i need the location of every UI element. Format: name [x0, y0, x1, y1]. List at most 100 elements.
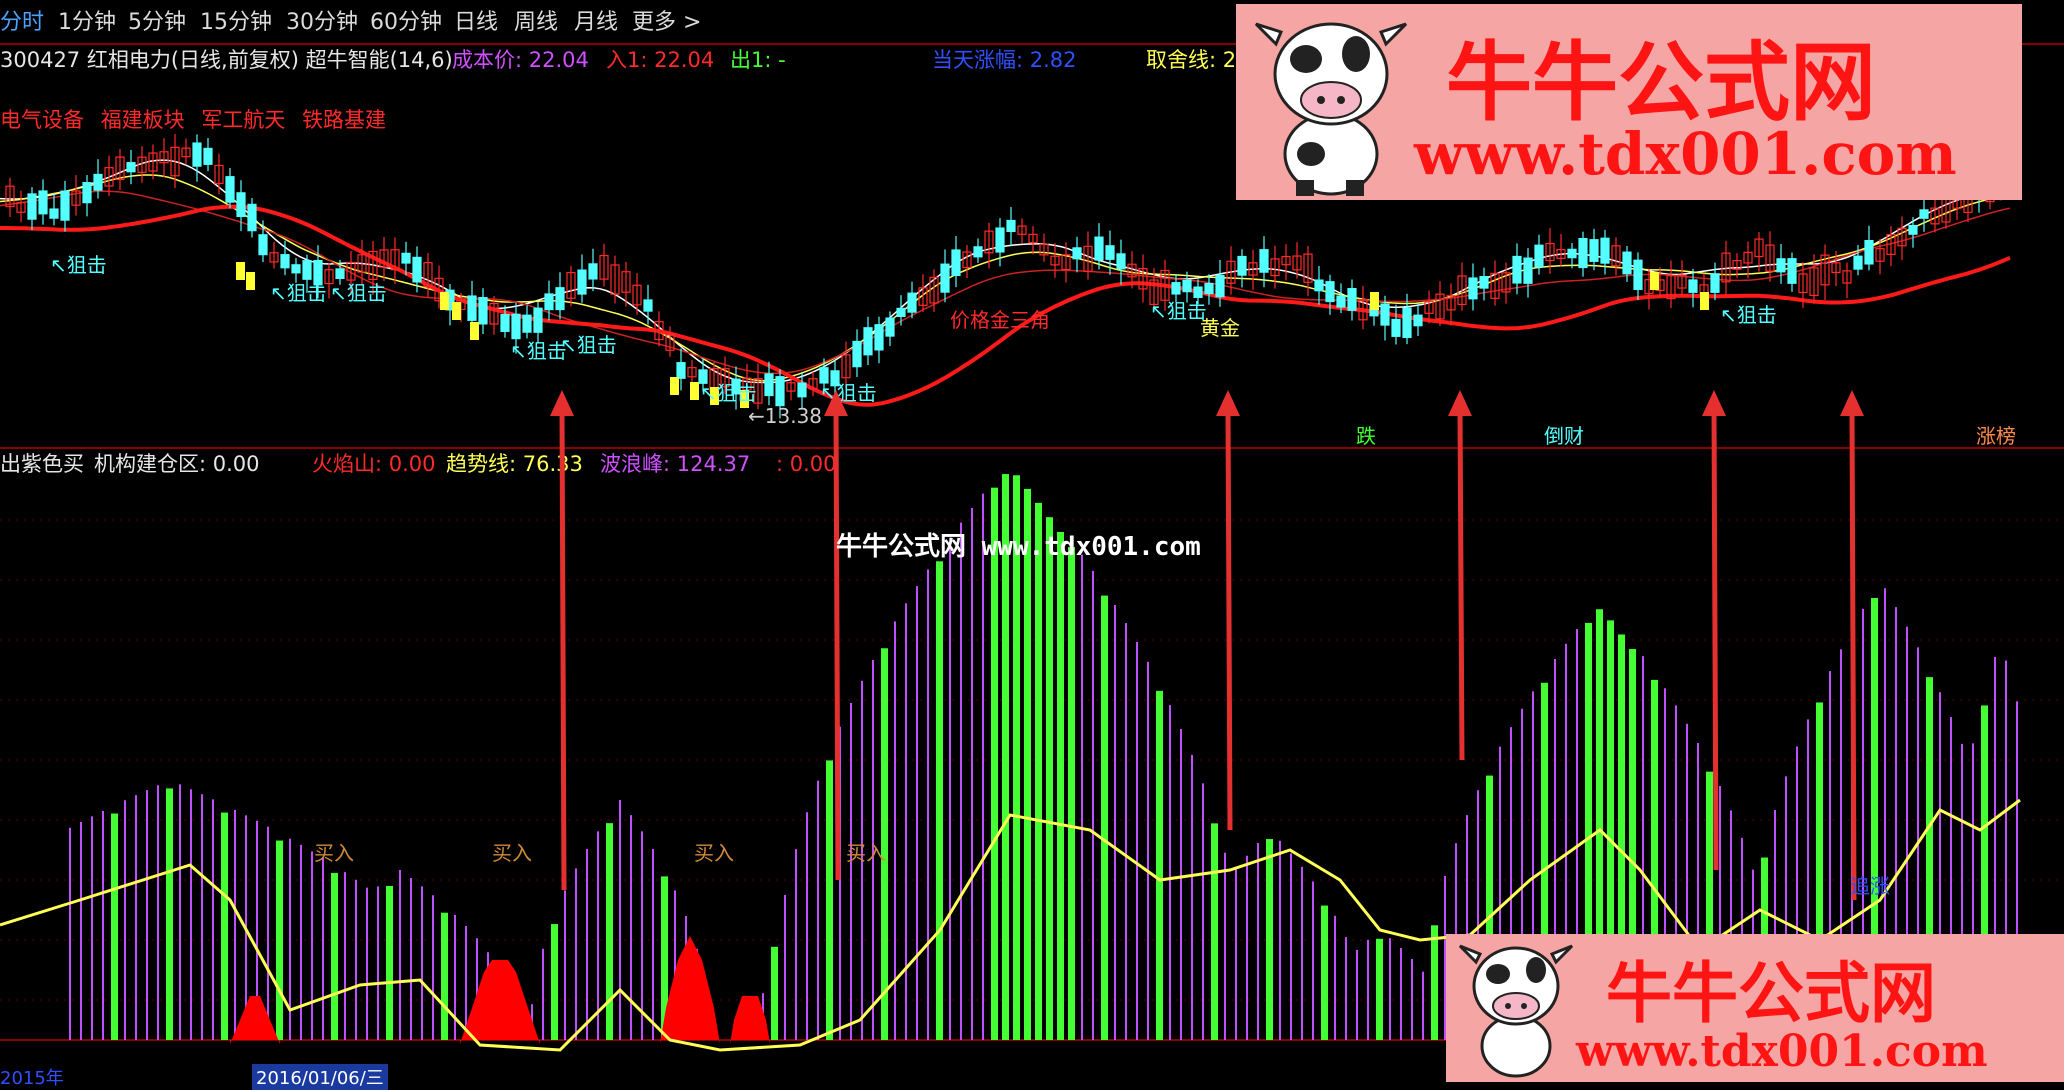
buy-label: 买入: [694, 841, 734, 865]
candle-body: [93, 173, 103, 191]
candle-body: [1072, 247, 1082, 260]
candle-body: [1523, 257, 1533, 284]
fire-mountain-block: [660, 936, 720, 1044]
candle-body: [775, 376, 785, 407]
candle-body: [500, 313, 510, 333]
snipe-label: ↖狙击: [330, 281, 387, 305]
candle-body: [280, 254, 290, 269]
tag-fall: 跌: [1356, 424, 1376, 448]
cursor-date: 2016/01/06/三: [252, 1064, 388, 1090]
candle-body: [1105, 245, 1115, 260]
candle-body: [764, 373, 774, 397]
candle-body: [1567, 248, 1577, 259]
candle-body: [1479, 276, 1489, 289]
candle-body: [522, 314, 532, 333]
candle-body: [1853, 255, 1863, 270]
snipe-label: ↖狙击: [50, 253, 107, 277]
candle-body: [225, 176, 235, 203]
cow-mascot-icon: [1458, 944, 1574, 1078]
candle-body: [885, 317, 895, 337]
low-price-label: ←13.38: [748, 404, 823, 428]
green-volume-bar: [331, 872, 338, 1040]
candle-body: [1171, 282, 1181, 295]
candle-body: [863, 327, 873, 356]
tag-fortune: 倒财: [1544, 424, 1584, 448]
fast-chase-label: 追涨: [1850, 874, 1890, 898]
candle-body: [1182, 279, 1192, 293]
green-volume-bar: [1024, 488, 1031, 1040]
grid: [0, 519, 2064, 1001]
candle-body: [38, 190, 48, 215]
green-volume-bar: [1321, 905, 1328, 1040]
candle-body: [1314, 279, 1324, 292]
candle-body: [335, 268, 345, 280]
green-volume-bar: [1035, 502, 1042, 1040]
candle-body: [60, 190, 70, 221]
green-volume-bar: [1156, 690, 1163, 1040]
candle-body: [1402, 307, 1412, 339]
candle-body: [247, 203, 257, 232]
fire-mountain-block: [460, 960, 540, 1044]
candle-body: [1512, 255, 1522, 284]
green-volume-bar: [991, 487, 998, 1041]
signal-candle: [246, 272, 255, 290]
arrow-head: [1448, 390, 1472, 416]
ma-yellow-line: [0, 174, 2011, 382]
buy-label: 买入: [314, 841, 354, 865]
candle-body: [1776, 258, 1786, 273]
candle-body: [676, 362, 686, 379]
snipe-label: ↖狙击: [700, 381, 757, 405]
green-volume-bar: [936, 561, 943, 1040]
watermark-text: 牛牛公式网 www.tdx001.com: [836, 532, 1201, 562]
signal-candle: [670, 377, 679, 395]
candle-body: [1325, 281, 1335, 303]
green-volume-bar: [1211, 823, 1218, 1040]
candle-body: [1336, 295, 1346, 308]
tag-rank: 涨榜: [1976, 424, 2016, 448]
candle-body: [203, 147, 213, 165]
candle-body: [291, 264, 301, 274]
candle-body: [643, 299, 653, 312]
candle-body: [1578, 238, 1588, 269]
snipe-label: ↖狙击: [1150, 299, 1207, 323]
candle-body: [1919, 209, 1929, 219]
green-volume-bar: [276, 840, 283, 1040]
logo-site-name: 牛牛公式网: [1606, 954, 1936, 1032]
golden-cross-label: 黄金: [1200, 316, 1240, 340]
green-volume-bar: [221, 812, 228, 1040]
site-logo-bottom: 牛牛公式网 www.tdx001.com: [1446, 934, 2064, 1082]
snipe-label: ↖狙击: [560, 333, 617, 357]
candle-body: [82, 182, 92, 204]
snipe-label: ↖狙击: [510, 339, 567, 363]
candle-body: [533, 307, 543, 333]
candle-body: [973, 246, 983, 258]
candle-body: [1622, 251, 1632, 275]
candle-body: [874, 324, 884, 351]
arrow-shaft: [1849, 409, 1857, 901]
buy-label: 买入: [846, 841, 886, 865]
candle-body: [1215, 274, 1225, 298]
candle-body: [1237, 255, 1247, 276]
candle-body: [478, 297, 488, 325]
cow-mascot-icon: [1254, 22, 1408, 196]
candle-body: [995, 227, 1005, 253]
candle-body: [1116, 253, 1126, 270]
candle-body: [1468, 277, 1478, 300]
candle-body: [1391, 318, 1401, 337]
candle-body: [1413, 314, 1423, 327]
candle-body: [852, 340, 862, 368]
candle-body: [27, 193, 37, 220]
candle-body: [1380, 303, 1390, 326]
candle-body: [1094, 236, 1104, 261]
green-volume-bar: [1431, 925, 1438, 1040]
year-label: 2015年: [0, 1068, 64, 1089]
arrow-shaft: [559, 409, 567, 891]
candle-body: [511, 313, 521, 340]
buy-label: 买入: [492, 841, 532, 865]
candle-body: [1204, 282, 1214, 295]
green-volume-bar: [1266, 839, 1273, 1040]
candle-body: [236, 192, 246, 218]
candle-body: [1633, 259, 1643, 290]
candle-body: [940, 263, 950, 293]
candle-body: [544, 293, 554, 311]
